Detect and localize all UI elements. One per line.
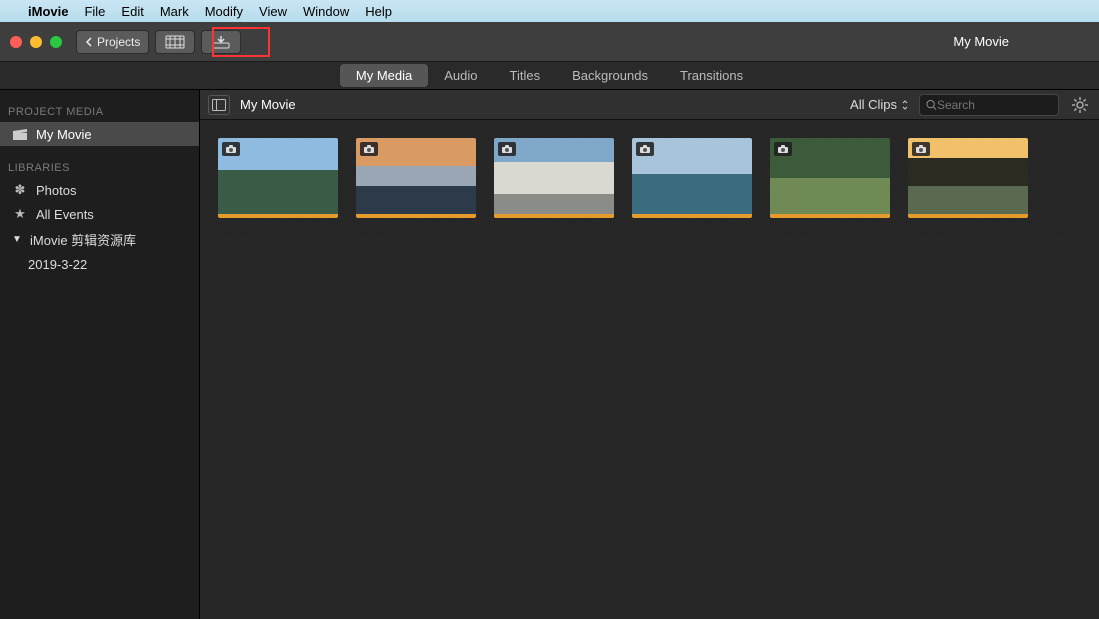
disclosure-triangle-icon[interactable]: ▼ <box>12 234 22 245</box>
sidebar-toggle-button[interactable] <box>208 95 230 115</box>
menu-help[interactable]: Help <box>365 4 392 19</box>
libraries-sidebar: PROJECT MEDIA My Movie LIBRARIES ✽ Photo… <box>0 90 200 619</box>
window-close-button[interactable] <box>10 36 22 48</box>
browser-title: My Movie <box>240 97 296 112</box>
import-media-button[interactable] <box>201 30 241 54</box>
sidebar-item-all-events[interactable]: ★ All Events <box>0 202 199 226</box>
window-title: My Movie <box>953 34 1009 49</box>
menu-window[interactable]: Window <box>303 4 349 19</box>
clip-thumbnail[interactable] <box>908 138 1028 218</box>
sidebar-header-libraries: LIBRARIES <box>0 156 199 178</box>
tab-my-media[interactable]: My Media <box>340 64 428 87</box>
updown-chevron-icon <box>901 99 909 111</box>
window-traffic-lights <box>10 36 62 48</box>
projects-label: Projects <box>97 35 140 49</box>
search-icon <box>926 99 937 111</box>
clip-selection-strip <box>218 214 338 218</box>
clip-thumbnail[interactable] <box>770 138 890 218</box>
media-library-toggle-button[interactable] <box>155 30 195 54</box>
clip-selection-strip <box>632 214 752 218</box>
star-icon: ★ <box>12 206 28 222</box>
browser-settings-button[interactable] <box>1069 94 1091 116</box>
sidebar-icon <box>212 99 226 111</box>
camera-badge-icon <box>774 142 792 156</box>
tab-titles[interactable]: Titles <box>494 64 557 87</box>
back-to-projects-button[interactable]: Projects <box>76 30 149 54</box>
window-zoom-button[interactable] <box>50 36 62 48</box>
clips-grid <box>200 120 1099 236</box>
clip-selection-strip <box>356 214 476 218</box>
flower-icon: ✽ <box>12 182 28 198</box>
sidebar-item-project-media[interactable]: My Movie <box>0 122 199 146</box>
browser-header: My Movie All Clips <box>200 90 1099 120</box>
sidebar-item-label: All Events <box>36 207 94 222</box>
sidebar-header-project: PROJECT MEDIA <box>0 100 199 122</box>
camera-badge-icon <box>498 142 516 156</box>
search-field[interactable] <box>919 94 1059 116</box>
menu-mark[interactable]: Mark <box>160 4 189 19</box>
sidebar-item-label: My Movie <box>36 127 92 142</box>
sidebar-item-label: Photos <box>36 183 76 198</box>
app-menu[interactable]: iMovie <box>28 4 68 19</box>
gear-icon <box>1072 97 1088 113</box>
browser-content: My Movie All Clips <box>200 90 1099 619</box>
sidebar-item-label: iMovie 剪辑资源库 <box>30 230 136 249</box>
sidebar-item-library[interactable]: ▼ iMovie 剪辑资源库 <box>0 226 199 253</box>
camera-badge-icon <box>912 142 930 156</box>
clapperboard-icon <box>12 126 28 142</box>
menu-edit[interactable]: Edit <box>121 4 143 19</box>
filmstrip-icon <box>165 35 185 49</box>
clip-selection-strip <box>494 214 614 218</box>
main-area: PROJECT MEDIA My Movie LIBRARIES ✽ Photo… <box>0 90 1099 619</box>
menu-file[interactable]: File <box>84 4 105 19</box>
sidebar-item-photos[interactable]: ✽ Photos <box>0 178 199 202</box>
menu-view[interactable]: View <box>259 4 287 19</box>
camera-badge-icon <box>636 142 654 156</box>
browser-tab-bar: My Media Audio Titles Backgrounds Transi… <box>0 62 1099 90</box>
clip-selection-strip <box>770 214 890 218</box>
filter-label: All Clips <box>850 97 897 112</box>
camera-badge-icon <box>360 142 378 156</box>
clip-thumbnail[interactable] <box>218 138 338 218</box>
tab-audio[interactable]: Audio <box>428 64 493 87</box>
clips-filter-dropdown[interactable]: All Clips <box>850 97 909 112</box>
search-input[interactable] <box>937 98 1052 112</box>
tab-transitions[interactable]: Transitions <box>664 64 759 87</box>
clip-thumbnail[interactable] <box>632 138 752 218</box>
menu-modify[interactable]: Modify <box>205 4 243 19</box>
camera-badge-icon <box>222 142 240 156</box>
clip-selection-strip <box>908 214 1028 218</box>
window-toolbar: Projects My Movie <box>0 22 1099 62</box>
sidebar-item-label: 2019-3-22 <box>28 257 87 272</box>
clip-thumbnail[interactable] <box>356 138 476 218</box>
import-down-arrow-icon <box>212 35 230 49</box>
clip-thumbnail[interactable] <box>494 138 614 218</box>
sidebar-item-event[interactable]: 2019-3-22 <box>0 253 199 276</box>
tab-backgrounds[interactable]: Backgrounds <box>556 64 664 87</box>
macos-menu-bar: iMovie File Edit Mark Modify View Window… <box>0 0 1099 22</box>
window-minimize-button[interactable] <box>30 36 42 48</box>
